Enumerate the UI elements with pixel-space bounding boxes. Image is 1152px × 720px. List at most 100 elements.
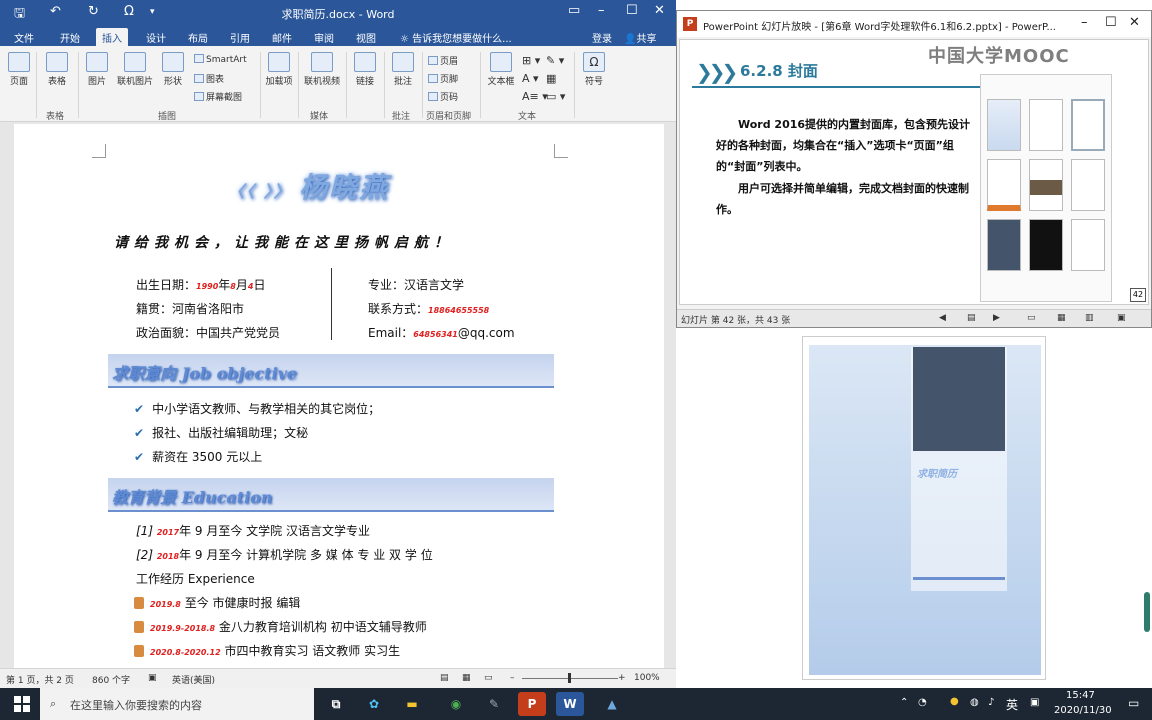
experience-badge-icon xyxy=(134,621,144,633)
symbol-button[interactable]: Ω 符号 xyxy=(580,52,608,87)
document-page[interactable]: 〈〈 〉〉 杨晓燕 请给我机会，让我能在这里扬帆启航！ 出生日期：1990年8月… xyxy=(14,124,664,668)
omega-icon: Ω xyxy=(583,52,605,72)
tab-review[interactable]: 审阅 xyxy=(314,30,334,45)
volume-icon[interactable]: ♪ xyxy=(988,697,994,708)
task-view-icon[interactable]: ⧉ xyxy=(322,692,350,716)
tray-app-icon[interactable]: ◔ xyxy=(918,697,927,708)
reading-view-icon[interactable]: ▥ xyxy=(1085,313,1094,323)
link-button[interactable]: 链接 xyxy=(350,52,380,87)
ppt-maximize-icon[interactable]: ☐ xyxy=(1105,15,1117,30)
file-explorer-icon[interactable]: ▬ xyxy=(398,692,426,716)
footer-button[interactable]: 页脚 xyxy=(428,72,458,85)
phone-number: 18864655558 xyxy=(428,306,490,315)
ribbon-tabs: 文件 开始 插入 设计 布局 引用 邮件 审阅 视图 ☼ 告诉我您想要做什么..… xyxy=(0,26,676,46)
political-line: 政治面貌：中国共产党党员 xyxy=(136,326,281,340)
page-count[interactable]: 第 1 页，共 2 页 xyxy=(6,673,74,686)
cover-dark-block xyxy=(913,347,1005,451)
tab-references[interactable]: 引用 xyxy=(230,30,250,45)
close-icon[interactable]: ✕ xyxy=(654,3,665,18)
table-button[interactable]: 表格 xyxy=(42,52,72,87)
zoom-in-icon[interactable]: + xyxy=(618,673,626,683)
objective-text: 薪资在 3500 元以上 xyxy=(152,450,263,464)
quick-parts-icon[interactable]: ⊞ ▾ xyxy=(522,54,540,67)
windows-start-icon[interactable] xyxy=(14,696,30,712)
app-icon[interactable]: ✎ xyxy=(480,692,508,716)
maximize-icon[interactable]: ☐ xyxy=(626,3,638,18)
wordart-icon[interactable]: A ▾ xyxy=(522,72,539,85)
login-link[interactable]: 登录 xyxy=(592,30,612,45)
comment-button[interactable]: 批注 xyxy=(388,52,418,87)
ime-indicator[interactable]: 英 xyxy=(1006,696,1018,713)
tray-app-icon[interactable]: ● xyxy=(950,696,959,707)
signature-line-icon[interactable]: ✎ ▾ xyxy=(546,54,564,67)
chat-app-icon[interactable]: ◉ xyxy=(442,692,470,716)
clock-time[interactable]: 15:47 xyxy=(1066,690,1095,701)
proofing-icon[interactable]: ▣ xyxy=(148,673,157,683)
tab-design[interactable]: 设计 xyxy=(146,30,166,45)
tab-mailings[interactable]: 邮件 xyxy=(272,30,292,45)
share-label: 共享 xyxy=(636,34,657,45)
page-button[interactable]: 页面 xyxy=(6,52,32,87)
tell-me-box[interactable]: ☼ 告诉我您想要做什么... xyxy=(400,30,512,45)
picture-button[interactable]: 图片 xyxy=(82,52,112,87)
ime-mode-icon[interactable]: ▣ xyxy=(1030,697,1039,708)
print-layout-icon[interactable]: ▦ xyxy=(462,673,471,683)
tab-insert[interactable]: 插入 xyxy=(96,28,128,46)
header-icon xyxy=(428,56,438,65)
slide-sorter-icon[interactable]: ▦ xyxy=(1057,313,1066,323)
word-count[interactable]: 860 个字 xyxy=(92,673,130,686)
chart-button[interactable]: 图表 xyxy=(194,72,224,85)
word-taskbar-icon[interactable]: W xyxy=(556,692,584,716)
tab-layout[interactable]: 布局 xyxy=(188,30,208,45)
education-item: [1] 2017年 9 月至今 文学院 汉语言文学专业 xyxy=(136,522,370,539)
read-mode-icon[interactable]: ▤ xyxy=(440,673,449,683)
tray-overflow-icon[interactable]: ⌃ xyxy=(900,697,908,708)
tab-home[interactable]: 开始 xyxy=(60,30,80,45)
object-icon[interactable]: ▭ ▾ xyxy=(546,90,565,103)
powerpoint-taskbar-icon[interactable]: P xyxy=(518,692,546,716)
dropcap-icon[interactable]: A≡ ▾ xyxy=(522,90,548,103)
tab-view[interactable]: 视图 xyxy=(356,30,376,45)
slideshow-icon[interactable]: ▣ xyxy=(1117,313,1126,323)
minimize-icon[interactable]: – xyxy=(598,3,605,18)
slide-menu-icon[interactable]: ▤ xyxy=(967,313,976,323)
app-icon[interactable]: ✿ xyxy=(360,692,388,716)
language[interactable]: 英语(美国) xyxy=(172,673,215,686)
cover-thumbnail xyxy=(1029,99,1063,151)
clock-date[interactable]: 2020/11/30 xyxy=(1054,705,1112,716)
scrollbar-thumb[interactable] xyxy=(1144,592,1150,632)
chart-label: 图表 xyxy=(206,75,225,85)
slide-canvas[interactable]: 中国大学MOOC ❯❯❯ 6.2.8 封面 Word 2016提供的内置封面库，… xyxy=(679,39,1149,305)
name-wordart[interactable]: 〈〈 〉〉 杨晓燕 xyxy=(228,166,462,222)
textbox-button[interactable]: 文本框 xyxy=(484,52,518,87)
zoom-out-icon[interactable]: – xyxy=(510,673,515,683)
page-number-label: 页码 xyxy=(440,93,459,103)
zoom-level[interactable]: 100% xyxy=(634,673,660,683)
date-time-icon[interactable]: ▦ xyxy=(546,72,556,85)
normal-view-icon[interactable]: ▭ xyxy=(1027,313,1036,323)
group-label-text: 文本 xyxy=(518,112,537,122)
addins-button[interactable]: 加载项 xyxy=(264,52,294,87)
network-icon[interactable]: ◍ xyxy=(970,697,979,708)
previous-slide-icon[interactable]: ◀ xyxy=(939,313,946,323)
notification-icon[interactable]: ▭ xyxy=(1128,696,1139,710)
ppt-minimize-icon[interactable]: – xyxy=(1081,15,1088,30)
tab-file[interactable]: 文件 xyxy=(14,30,34,45)
screenshot-button[interactable]: 屏幕截图 xyxy=(194,90,242,103)
taskbar-search[interactable]: ⌕ 在这里输入你要搜索的内容 xyxy=(40,688,314,720)
group-label-header-footer: 页眉和页脚 xyxy=(426,112,472,122)
share-button[interactable]: 👤共享 xyxy=(624,30,656,45)
online-picture-button[interactable]: 联机图片 xyxy=(114,52,156,87)
header-button[interactable]: 页眉 xyxy=(428,54,458,67)
next-slide-icon[interactable]: ▶ xyxy=(993,313,1000,323)
shapes-button[interactable]: 形状 xyxy=(158,52,188,87)
photos-app-icon[interactable]: ▲ xyxy=(598,692,626,716)
ppt-close-icon[interactable]: ✕ xyxy=(1129,15,1140,30)
online-video-button[interactable]: 联机视频 xyxy=(302,52,342,87)
ribbon-display-icon[interactable]: ▭ xyxy=(568,3,580,18)
zoom-thumb[interactable] xyxy=(568,673,571,683)
page-number-button[interactable]: 页码 xyxy=(428,90,458,103)
web-layout-icon[interactable]: ▭ xyxy=(484,673,493,683)
document-area[interactable]: 〈〈 〉〉 杨晓燕 请给我机会，让我能在这里扬帆启航！ 出生日期：1990年8月… xyxy=(0,122,676,668)
smartart-button[interactable]: SmartArt xyxy=(194,54,247,65)
